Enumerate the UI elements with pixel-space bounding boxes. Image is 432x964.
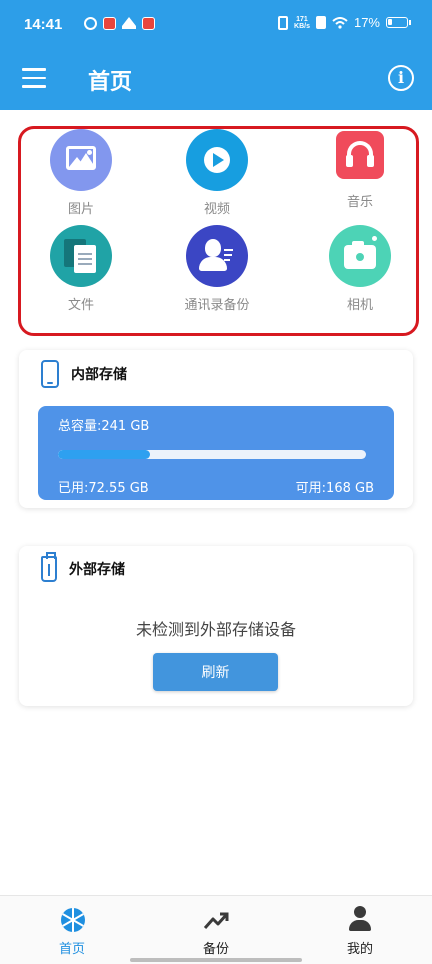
battery-icon xyxy=(386,17,411,28)
internal-storage-card[interactable]: 内部存储 总容量:241 GB 已用:72.55 GB 可用:168 GB xyxy=(19,350,413,508)
app-bar: 首页 i xyxy=(0,50,432,110)
status-right: 171 KB/s 17% xyxy=(278,15,411,30)
nav-label: 我的 xyxy=(346,942,373,957)
card-header: 外部存储 xyxy=(41,552,125,582)
available-capacity: 可用:168 GB xyxy=(295,481,374,496)
category-label: 视频 xyxy=(203,202,230,217)
nav-label: 备份 xyxy=(202,942,229,957)
category-grid: 图片 视频 音乐 文件 通讯录备份 相机 xyxy=(18,126,419,336)
page-title: 首页 xyxy=(88,70,133,95)
network-rate: 171 KB/s xyxy=(294,16,310,30)
category-contacts-backup[interactable]: 通讯录备份 xyxy=(157,225,277,313)
storage-usage-bar xyxy=(58,450,366,459)
external-storage-card: 外部存储 未检测到外部存储设备 刷新 xyxy=(19,546,413,706)
aperture-icon xyxy=(58,906,86,934)
category-label: 相机 xyxy=(346,298,373,313)
category-label: 音乐 xyxy=(346,195,373,210)
sync-icon xyxy=(84,17,97,30)
card-header: 内部存储 xyxy=(41,360,127,388)
category-videos[interactable]: 视频 xyxy=(157,129,277,217)
person-icon xyxy=(346,906,374,934)
category-music[interactable]: 音乐 xyxy=(300,129,420,210)
network-rate-value: 171 xyxy=(296,15,308,23)
network-rate-unit: KB/s xyxy=(294,22,310,30)
headphones-icon xyxy=(336,131,384,179)
no-device-message: 未检测到外部存储设备 xyxy=(135,620,296,639)
nav-home[interactable]: 首页 xyxy=(22,906,122,957)
card-title: 外部存储 xyxy=(69,562,125,578)
usb-drive-icon xyxy=(41,552,57,582)
home-indicator xyxy=(130,958,302,962)
status-bar: 14:41 171 KB/s 17% xyxy=(0,0,432,50)
hamburger-menu-icon[interactable] xyxy=(22,68,46,88)
crown-icon xyxy=(122,16,136,29)
wifi-icon xyxy=(332,16,348,29)
category-files[interactable]: 文件 xyxy=(21,225,141,313)
total-capacity: 总容量:241 GB xyxy=(58,419,150,434)
card-title: 内部存储 xyxy=(71,367,127,383)
sim-icon xyxy=(315,16,326,29)
bottom-navigation: 首页 备份 我的 xyxy=(0,895,432,964)
camera-icon xyxy=(329,225,391,287)
category-images[interactable]: 图片 xyxy=(21,129,141,217)
contacts-icon xyxy=(186,225,248,287)
category-camera[interactable]: 相机 xyxy=(300,225,420,313)
phone-icon xyxy=(41,360,59,388)
status-time: 14:41 xyxy=(24,16,63,33)
nav-profile[interactable]: 我的 xyxy=(310,906,410,957)
document-icon xyxy=(50,225,112,287)
info-icon[interactable]: i xyxy=(388,65,414,91)
app-notification-icon-2 xyxy=(142,17,155,30)
battery-percent: 17% xyxy=(353,15,380,30)
trending-up-icon xyxy=(202,906,230,934)
used-capacity: 已用:72.55 GB xyxy=(58,481,149,496)
refresh-button[interactable]: 刷新 xyxy=(153,653,278,691)
storage-summary-panel: 总容量:241 GB 已用:72.55 GB 可用:168 GB xyxy=(38,406,394,500)
vibrate-icon xyxy=(278,15,289,30)
category-label: 文件 xyxy=(67,298,94,313)
category-label: 通讯录备份 xyxy=(184,298,250,313)
notification-icons xyxy=(84,16,155,30)
app-notification-icon xyxy=(103,17,116,30)
category-label: 图片 xyxy=(67,202,94,217)
nav-backup[interactable]: 备份 xyxy=(166,906,266,957)
storage-usage-fill xyxy=(58,450,151,459)
nav-label: 首页 xyxy=(58,942,85,957)
play-icon xyxy=(186,129,248,191)
image-icon xyxy=(50,129,112,191)
